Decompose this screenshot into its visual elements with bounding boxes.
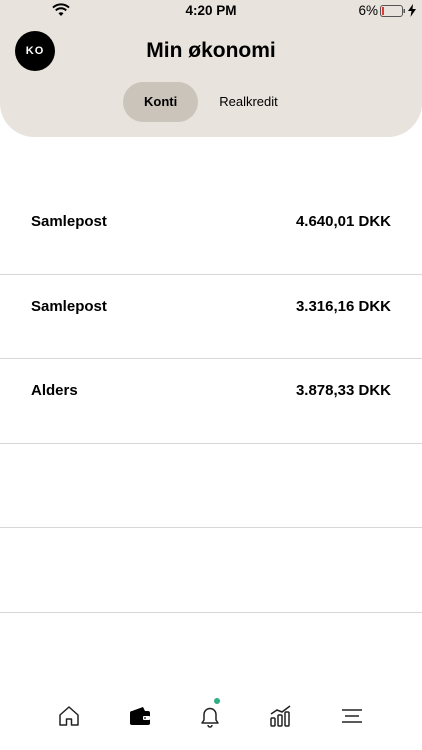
account-amount: 3.878,33 DKK: [295, 382, 391, 400]
account-name: Samlepost: [31, 297, 107, 315]
account-name: Alders: [31, 382, 78, 400]
nav-home[interactable]: [47, 694, 91, 738]
account-amount: 3.316,16 DKK: [295, 297, 391, 315]
menu-icon: [342, 709, 362, 723]
account-row[interactable]: Samlepost 3.316,16 DKK: [0, 275, 422, 359]
page-title: Min økonomi: [146, 39, 276, 62]
nav-notifications[interactable]: [188, 694, 232, 738]
segmented-tabs: Konti Realkredit: [123, 82, 299, 122]
battery-icon: [380, 5, 405, 17]
wallet-icon: [130, 707, 150, 725]
nav-wallet[interactable]: [118, 694, 162, 738]
charging-icon: [408, 4, 416, 17]
account-row[interactable]: Samlepost 4.640,01 DKK: [0, 190, 422, 275]
account-row[interactable]: Alders 3.878,33 DKK: [0, 359, 422, 444]
tab-konti[interactable]: Konti: [123, 82, 199, 122]
bottom-nav: [0, 694, 422, 750]
empty-row: [0, 444, 422, 528]
status-bar: 4:20 PM 6%: [0, 0, 422, 22]
account-amount: 4.640,01 DKK: [295, 213, 391, 231]
empty-row: [0, 528, 422, 613]
home-icon: [59, 706, 79, 726]
tab-realkredit[interactable]: Realkredit: [198, 82, 299, 122]
account-name: Samlepost: [31, 213, 107, 231]
nav-menu[interactable]: [330, 694, 374, 738]
notification-dot: [214, 698, 220, 704]
account-list: Samlepost 4.640,01 DKK Samlepost 3.316,1…: [0, 190, 422, 613]
nav-investments[interactable]: [259, 694, 303, 738]
battery-percent: 6%: [358, 3, 378, 18]
bell-icon: [201, 707, 219, 728]
chart-icon: [270, 705, 291, 727]
